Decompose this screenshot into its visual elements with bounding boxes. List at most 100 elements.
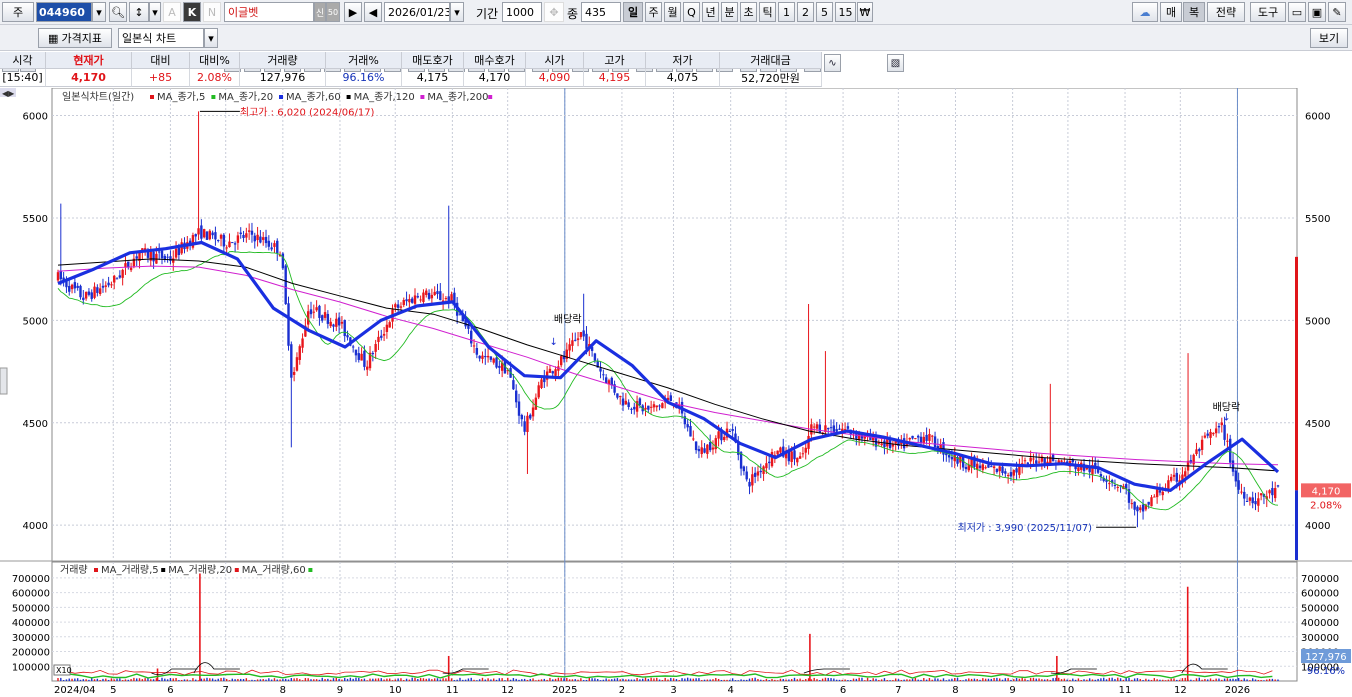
volume-tick-left: 600000 <box>12 589 50 600</box>
candle-body <box>346 335 349 338</box>
strategy-button[interactable]: 전략 <box>1207 2 1245 22</box>
candle-body <box>655 405 658 408</box>
period-button-3[interactable]: Q <box>683 2 700 22</box>
next-arrow-icon[interactable]: ▶ <box>344 2 362 22</box>
period-button-10[interactable]: 5 <box>816 2 833 22</box>
move-icon[interactable]: ✥ <box>544 2 564 22</box>
low-annotation: 최저가 : 3,990 (2025/11/07) <box>958 522 1093 534</box>
candle-body <box>281 253 285 269</box>
candle-body <box>121 269 124 278</box>
prev-arrow-icon[interactable]: ◀ <box>364 2 382 22</box>
candle-body <box>880 443 883 446</box>
candle-body <box>444 298 448 300</box>
y-tick-right: 4500 <box>1305 419 1330 430</box>
candle-body <box>270 247 273 250</box>
quote-bar: 시각 [15:40] 현재가 4,170 대비 +85 대비% 2.08% 거래량 127,976… <box>0 52 1352 88</box>
candle-body <box>723 436 726 441</box>
candle-body <box>1153 496 1156 498</box>
tools-button[interactable]: 도구 <box>1250 2 1286 22</box>
y-tick-left: 6000 <box>23 112 48 123</box>
market-select[interactable]: 주 <box>2 2 34 22</box>
k-button[interactable]: K <box>183 2 201 22</box>
period-input[interactable]: 1000 <box>502 2 542 22</box>
period-button-11[interactable]: 15 <box>835 2 856 22</box>
folder-icon[interactable]: ▭ <box>1288 2 1306 22</box>
mae-button[interactable]: 매 <box>1160 2 1182 22</box>
period-button-4[interactable]: 년 <box>702 2 719 22</box>
stock-code-input[interactable]: 044960 <box>36 2 92 22</box>
x-tick-label: 2024/04 <box>54 685 96 696</box>
chart-type-select[interactable]: 일본식 차트 <box>118 28 204 48</box>
calendar-dropdown-icon[interactable]: ▾ <box>450 2 464 22</box>
wrench-icon[interactable]: ✎ <box>1328 2 1346 22</box>
code-dropdown-icon[interactable]: ▾ <box>92 2 106 22</box>
quote-header-1: 현재가 <box>46 52 132 69</box>
candle-body <box>104 285 107 287</box>
n-button[interactable]: N <box>203 2 221 22</box>
cloud-icon[interactable]: ☁ <box>1132 2 1158 22</box>
candle-body <box>247 230 251 232</box>
candle-body <box>1169 476 1173 481</box>
candle-body <box>408 298 411 303</box>
period-button-8[interactable]: 1 <box>778 2 795 22</box>
candle-body <box>1240 491 1243 493</box>
candle-body <box>354 349 358 356</box>
x-tick-label: 12 <box>1174 685 1187 696</box>
candle-body <box>245 233 248 238</box>
quote-header-5: 거래% <box>326 52 402 69</box>
price-indicator-button[interactable]: ▦ 가격지표 <box>38 28 112 48</box>
save-icon[interactable]: ▣ <box>1308 2 1326 22</box>
candle-body <box>697 449 701 452</box>
view-button[interactable]: 보기 <box>1310 28 1348 48</box>
candle-body <box>1271 488 1274 496</box>
side-expand-icon <box>0 367 8 395</box>
candle-body <box>692 438 695 440</box>
period-button-1[interactable]: 주 <box>645 2 662 22</box>
x-tick-label: 12 <box>501 685 514 696</box>
candle-body <box>301 338 304 348</box>
period-button-2[interactable]: 월 <box>664 2 681 22</box>
candle-body <box>886 438 889 447</box>
candle-body <box>1001 466 1004 474</box>
date-field[interactable]: 2026/01/23 <box>384 2 450 22</box>
sort-dropdown-icon[interactable]: ▾ <box>149 2 161 22</box>
volume-tick-left: 200000 <box>12 648 50 659</box>
candle-body <box>838 428 841 430</box>
quote-header-0: 시각 <box>0 52 46 69</box>
candle-body <box>152 251 155 262</box>
period-button-9[interactable]: 2 <box>797 2 814 22</box>
candle-body <box>256 234 259 241</box>
candle-body <box>1276 485 1280 487</box>
candle-body <box>73 282 77 289</box>
count-input[interactable]: 435 <box>581 2 621 22</box>
candle-body <box>947 455 951 458</box>
y-tick-left: 4000 <box>23 521 48 532</box>
volume-tick-left: 300000 <box>12 633 50 644</box>
period-button-7[interactable]: 틱 <box>759 2 776 22</box>
period-button-6[interactable]: 초 <box>740 2 757 22</box>
stock-name-field[interactable]: 이글벳 <box>224 2 314 22</box>
period-button-0[interactable]: 일 <box>623 2 643 22</box>
quote-header-2: 대비 <box>132 52 190 69</box>
candle-body <box>796 457 799 463</box>
size-badge: 50 <box>326 2 340 22</box>
candle-body <box>877 442 881 444</box>
quote-header-6: 매도호가 <box>402 52 464 69</box>
price-chart[interactable]: ◀▶ 4000 4000 4500 4500 5000 5000 5500 5500 6000 60… <box>0 88 1352 697</box>
candle-body <box>498 365 501 368</box>
candle-body <box>163 255 167 260</box>
bok-button[interactable]: 복 <box>1183 2 1205 22</box>
quote-header-7: 매수호가 <box>464 52 526 69</box>
search-icon[interactable]: 🔍︎ <box>109 2 127 22</box>
x-tick-label: 9 <box>337 685 343 696</box>
sort-icon[interactable]: ↕ <box>129 2 149 22</box>
volume-tick-left: 100000 <box>12 662 50 673</box>
chart-type-dropdown-icon[interactable]: ▾ <box>204 28 218 48</box>
period-button-5[interactable]: 분 <box>721 2 738 22</box>
y-tick-right: 5500 <box>1305 214 1330 225</box>
candle-body <box>703 448 706 453</box>
a-button[interactable]: A <box>163 2 181 22</box>
currency-icon[interactable]: ₩ <box>857 2 873 22</box>
candle-body <box>1015 468 1018 473</box>
candle-body <box>1254 501 1257 505</box>
